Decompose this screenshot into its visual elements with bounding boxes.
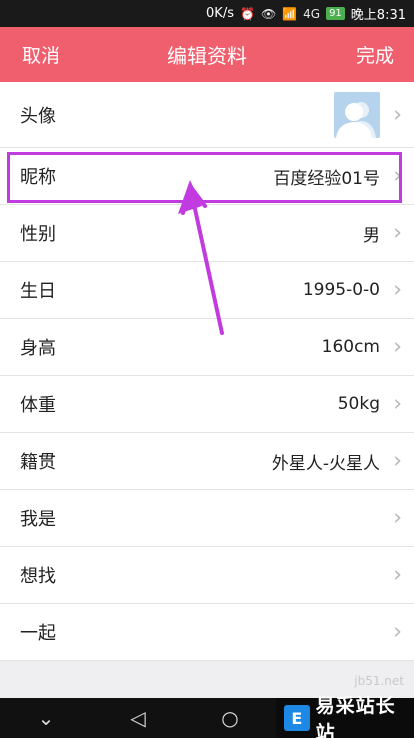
chevron-right-icon: › <box>393 334 402 360</box>
collapse-icon[interactable]: ⌄ <box>0 706 92 730</box>
top-nav-bar: 取消 编辑资料 完成 <box>0 27 414 82</box>
brand-logo: E <box>284 705 310 731</box>
eye-icon: 👁 <box>260 6 277 21</box>
chevron-right-icon: › <box>393 505 402 531</box>
row-label: 一起 <box>20 623 56 644</box>
row-label: 昵称 <box>20 167 56 188</box>
row-label: 身高 <box>20 338 56 359</box>
cancel-button[interactable]: 取消 <box>0 41 110 68</box>
row-together[interactable]: 一起 › <box>0 604 414 661</box>
page-title: 编辑资料 <box>167 44 247 68</box>
brand-name: 易采站长站 <box>315 695 396 738</box>
row-nickname[interactable]: 昵称 百度经验01号 › <box>0 148 414 205</box>
status-bar: 0K/s ⏰ 👁 📶 4G 91 晚上8:31 <box>0 0 414 27</box>
signal-icon: 4G <box>303 6 321 21</box>
row-value: 外星人-火星人 <box>271 453 380 474</box>
back-icon[interactable]: ◁ <box>92 706 184 730</box>
row-hometown[interactable]: 籍贯 外星人-火星人 › <box>0 433 414 490</box>
chevron-right-icon: › <box>393 448 402 474</box>
row-value: 50kg <box>337 394 380 414</box>
chevron-right-icon: › <box>393 163 402 189</box>
row-label: 籍贯 <box>20 452 56 473</box>
network-speed: 0K/s <box>206 6 234 21</box>
profile-list: 头像 › 昵称 百度经验01号 › 性别 男 › 生日 1995-0-0 › 身… <box>0 82 414 661</box>
row-i-am[interactable]: 我是 › <box>0 490 414 547</box>
clock: 晚上8:31 <box>350 8 406 23</box>
row-looking-for[interactable]: 想找 › <box>0 547 414 604</box>
done-button[interactable]: 完成 <box>304 41 414 68</box>
user-placeholder-icon <box>336 101 376 138</box>
row-label: 我是 <box>20 509 56 530</box>
row-value: 1995-0-0 <box>302 280 380 300</box>
row-label: 性别 <box>20 224 56 245</box>
row-value: 百度经验01号 <box>273 168 380 189</box>
row-label: 想找 <box>20 566 56 587</box>
row-label: 头像 <box>20 105 56 127</box>
row-label: 体重 <box>20 395 56 416</box>
home-icon[interactable]: ○ <box>184 706 276 730</box>
battery-icon: 91 <box>326 7 345 20</box>
alarm-icon: ⏰ <box>239 6 255 21</box>
chevron-right-icon: › <box>393 562 402 588</box>
chevron-right-icon: › <box>393 277 402 303</box>
row-gender[interactable]: 性别 男 › <box>0 205 414 262</box>
brand-badge: E 易采站长站 <box>276 695 414 738</box>
row-avatar[interactable]: 头像 › <box>0 82 414 148</box>
watermark: jb51.net <box>354 674 404 688</box>
row-value: 160cm <box>321 337 380 357</box>
chevron-right-icon: › <box>393 102 402 127</box>
avatar[interactable] <box>334 91 380 138</box>
row-weight[interactable]: 体重 50kg › <box>0 376 414 433</box>
row-birthday[interactable]: 生日 1995-0-0 › <box>0 262 414 319</box>
row-value: 男 <box>363 225 380 246</box>
row-label: 生日 <box>20 281 56 302</box>
chevron-right-icon: › <box>393 391 402 417</box>
row-height[interactable]: 身高 160cm › <box>0 319 414 376</box>
chevron-right-icon: › <box>393 619 402 645</box>
wifi-icon: 📶 <box>282 6 298 21</box>
chevron-right-icon: › <box>393 220 402 246</box>
